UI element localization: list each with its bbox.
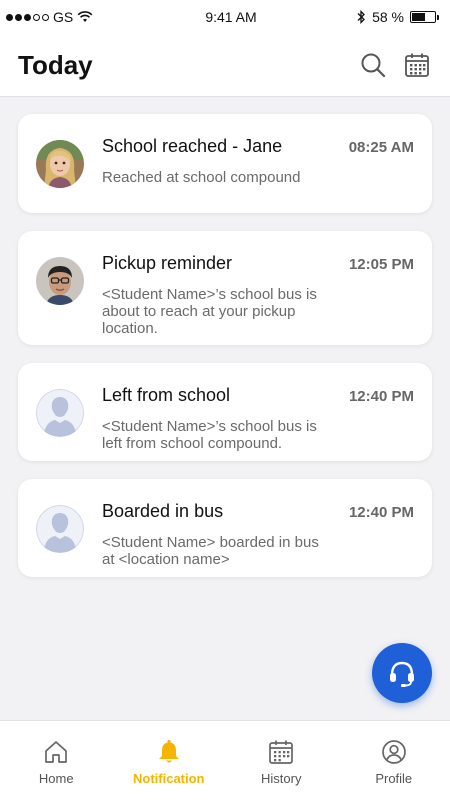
tab-home[interactable]: Home	[0, 721, 113, 800]
headset-icon	[390, 661, 414, 687]
page-title: Today	[18, 49, 93, 80]
tab-notification[interactable]: Notification	[113, 721, 226, 800]
tab-label: Notification	[133, 771, 205, 786]
notification-card[interactable]: Boarded in bus 12:40 PM <Student Name> b…	[18, 479, 432, 577]
tab-profile[interactable]: Profile	[338, 721, 450, 800]
notification-description: Reached at school compound	[102, 169, 301, 186]
status-time: 9:41 AM	[205, 9, 257, 25]
tab-label: Profile	[375, 771, 413, 786]
notification-title: Left from school	[102, 385, 231, 405]
notification-list: School reached - Jane 08:25 AM Reached a…	[18, 114, 432, 595]
avatar-girl-photo	[36, 140, 84, 188]
notification-title: Pickup reminder	[102, 253, 233, 273]
carrier-name: GS	[53, 9, 74, 25]
signal-strength-icon	[6, 13, 49, 21]
notification-description: <Student Name>’s school bus is left from…	[102, 418, 317, 452]
notification-time: 08:25 AM	[348, 139, 414, 156]
avatar-boy-photo	[36, 257, 84, 305]
notification-time: 12:05 PM	[348, 256, 414, 273]
notification-card[interactable]: School reached - Jane 08:25 AM Reached a…	[18, 114, 432, 213]
battery-level	[412, 13, 425, 21]
notification-description: <Student Name>’s school bus is about to …	[102, 286, 317, 337]
support-button[interactable]	[372, 643, 432, 703]
search-button[interactable]	[358, 50, 388, 80]
battery-icon	[410, 11, 439, 23]
bluetooth-icon	[357, 10, 365, 24]
tab-history[interactable]: History	[225, 721, 338, 800]
tab-label: Home	[38, 771, 74, 786]
tab-label: History	[261, 771, 302, 786]
profile-icon	[381, 740, 406, 764]
home-icon	[45, 741, 68, 763]
avatar-placeholder-icon	[36, 389, 84, 437]
calendar-button[interactable]	[402, 50, 432, 80]
app-header: Today	[0, 34, 450, 97]
notification-title: Boarded in bus	[102, 501, 224, 521]
notification-title: School reached - Jane	[102, 136, 283, 156]
bell-icon	[158, 740, 179, 763]
status-bar: GS 9:41 AM 58 %	[0, 0, 450, 34]
wifi-icon	[77, 11, 93, 22]
notification-time: 12:40 PM	[348, 388, 414, 405]
notification-description: <Student Name> boarded in bus at <locati…	[102, 534, 319, 568]
calendar-icon	[269, 740, 294, 764]
notification-card[interactable]: Left from school 12:40 PM <Student Name>…	[18, 363, 432, 461]
search-icon	[361, 53, 386, 78]
notification-time: 12:40 PM	[348, 504, 414, 521]
battery-percent: 58 %	[372, 9, 404, 25]
notification-card[interactable]: Pickup reminder 12:05 PM <Student Name>’…	[18, 231, 432, 345]
calendar-icon	[405, 53, 429, 77]
bottom-tab-bar: Home Notification History Profile	[0, 720, 450, 800]
avatar-placeholder-icon	[36, 505, 84, 553]
